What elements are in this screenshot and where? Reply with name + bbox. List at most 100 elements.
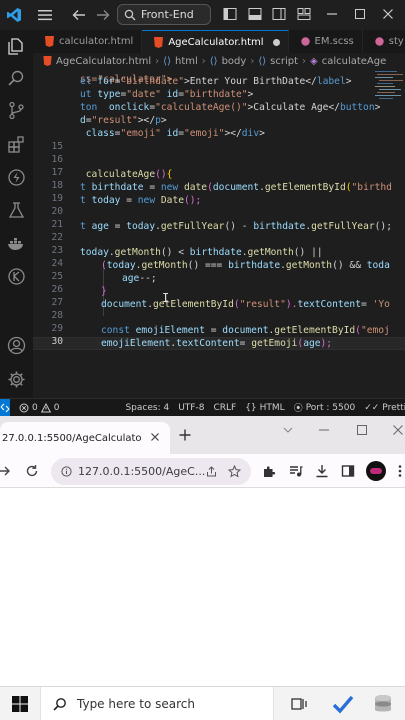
windows-taskbar: Type here to search bbox=[0, 686, 405, 720]
code-line: const emojiElement = document.getElement… bbox=[101, 325, 390, 336]
app-checkmark-icon[interactable] bbox=[332, 693, 354, 715]
code-line: ton onclick="calculateAge()">Calculate A… bbox=[80, 102, 381, 113]
search-icon bbox=[124, 9, 136, 20]
line-number-gutter: 15 16 17 18 19 20 21 22 23 24 25 26 27 28 29 30 bbox=[33, 69, 65, 389]
chevron-right-icon: › bbox=[302, 55, 306, 67]
indentation-status[interactable]: Spaces: 4 bbox=[125, 403, 169, 413]
close-window-icon[interactable] bbox=[380, 6, 396, 22]
browser-tab-title: 27.0.0.1:5500/AgeCalculator.html bbox=[2, 432, 142, 444]
page-content[interactable] bbox=[0, 488, 405, 686]
share-icon[interactable] bbox=[206, 466, 217, 477]
code-editor[interactable]: 15 16 17 18 19 20 21 22 23 24 25 26 27 28 29 30 ss="cal… bbox=[33, 69, 405, 389]
back-arrow-icon[interactable] bbox=[70, 6, 88, 24]
live-share-icon[interactable] bbox=[6, 266, 27, 287]
close-window-icon[interactable] bbox=[392, 424, 404, 436]
remote-explorer-icon[interactable] bbox=[6, 167, 27, 188]
line-number: 29 bbox=[51, 323, 63, 334]
breadcrumb-body[interactable]: body bbox=[222, 56, 247, 67]
function-cube-icon: ◈ bbox=[310, 55, 318, 67]
breadcrumb-file[interactable]: AgeCalculator.html bbox=[56, 56, 151, 67]
forward-arrow-icon[interactable] bbox=[94, 6, 112, 24]
tab-em-scss[interactable]: EM.scss bbox=[289, 30, 363, 53]
breadcrumb-script[interactable]: script bbox=[270, 56, 298, 67]
source-control-icon[interactable] bbox=[6, 100, 27, 121]
code-line: emojiElement.textContent= getEmoji(age); bbox=[101, 338, 333, 349]
toggle-panel-icon[interactable] bbox=[247, 6, 263, 22]
prettier-status[interactable]: ✓✓ Prettier bbox=[364, 403, 405, 413]
more-options-icon[interactable] bbox=[393, 464, 405, 478]
eol-status[interactable]: CRLF bbox=[213, 403, 236, 413]
status-bar: 0 0 Spaces: 4 UTF-8 CRLF {} HTML ⦿ Port … bbox=[0, 398, 405, 416]
line-number: 19 bbox=[51, 193, 63, 204]
docker-icon[interactable] bbox=[6, 233, 27, 254]
unsaved-dot-icon[interactable] bbox=[272, 38, 280, 46]
taskbar-search-box[interactable]: Type here to search bbox=[40, 687, 274, 720]
toggle-secondary-sidebar-icon[interactable] bbox=[271, 6, 287, 22]
chevron-down-icon[interactable] bbox=[282, 424, 294, 436]
bookmark-star-icon[interactable] bbox=[228, 465, 241, 478]
task-view-icon[interactable] bbox=[290, 695, 308, 713]
tab-agecalculator-html[interactable]: AgeCalculator.html bbox=[142, 30, 289, 53]
breadcrumb-html[interactable]: html bbox=[175, 56, 198, 67]
minimize-icon[interactable] bbox=[318, 424, 330, 436]
reload-icon[interactable] bbox=[25, 464, 39, 478]
breadcrumb-function[interactable]: calculateAge bbox=[322, 56, 387, 67]
gear-icon[interactable] bbox=[6, 369, 27, 390]
extensions-puzzle-icon[interactable] bbox=[262, 464, 276, 478]
explorer-icon[interactable] bbox=[6, 36, 27, 57]
testing-icon[interactable] bbox=[6, 200, 27, 221]
code-line: t age = today.getFullYear() - birthdate.… bbox=[80, 221, 392, 232]
code-line: el for="birthdate">Enter Your BirthDate<… bbox=[80, 76, 352, 87]
sass-icon bbox=[375, 37, 384, 46]
site-info-icon[interactable] bbox=[61, 466, 72, 477]
minimize-icon[interactable] bbox=[324, 6, 340, 22]
side-panel-icon[interactable] bbox=[341, 464, 355, 478]
encoding-status[interactable]: UTF-8 bbox=[178, 403, 204, 413]
line-number: 20 bbox=[51, 206, 63, 217]
toggle-primary-sidebar-icon[interactable] bbox=[222, 6, 238, 22]
extensions-icon[interactable] bbox=[6, 134, 27, 155]
line-number: 28 bbox=[51, 310, 63, 321]
code-line: d="result"></p> bbox=[80, 115, 167, 126]
accounts-icon[interactable] bbox=[6, 335, 27, 356]
search-icon[interactable] bbox=[6, 68, 27, 89]
command-center-search[interactable]: Front-End bbox=[117, 4, 211, 25]
menu-icon[interactable] bbox=[36, 6, 54, 24]
download-icon[interactable] bbox=[315, 464, 329, 478]
search-icon bbox=[53, 698, 66, 711]
tab-style[interactable]: sty bbox=[363, 30, 405, 53]
tab-calculator-html[interactable]: calculator.html bbox=[33, 30, 143, 53]
chevron-right-icon: › bbox=[155, 55, 160, 67]
remote-indicator[interactable] bbox=[0, 399, 10, 416]
forward-arrow-icon[interactable] bbox=[0, 464, 11, 478]
browser-toolbar: 127.0.0.1:5500/AgeC... bbox=[0, 454, 405, 488]
double-check-icon: ✓✓ bbox=[364, 402, 380, 413]
line-number: 22 bbox=[51, 232, 63, 243]
code-line: today.getMonth() < birthdate.getMonth() … bbox=[80, 247, 323, 258]
address-bar[interactable]: 127.0.0.1:5500/AgeC... bbox=[51, 458, 251, 485]
live-server-status[interactable]: ⦿ Port : 5500 bbox=[294, 401, 356, 415]
search-label: Front-End bbox=[141, 8, 194, 21]
code-line: class="emoji" id="emoji"></div> bbox=[85, 128, 265, 139]
url-text: 127.0.0.1:5500/AgeC... bbox=[78, 465, 206, 478]
maximize-icon[interactable] bbox=[352, 6, 368, 22]
profile-avatar[interactable] bbox=[366, 461, 386, 481]
line-number: 25 bbox=[51, 271, 63, 282]
new-tab-plus-icon[interactable] bbox=[178, 428, 192, 442]
minimap[interactable] bbox=[373, 69, 405, 129]
remote-icon bbox=[0, 403, 10, 412]
browser-tab-strip: 27.0.0.1:5500/AgeCalculator.html bbox=[0, 416, 405, 454]
language-mode-status[interactable]: {} HTML bbox=[245, 403, 285, 413]
code-lines: ss="calculator"> el for="birthdate">Ente… bbox=[80, 69, 402, 389]
chevron-right-icon: › bbox=[250, 55, 255, 67]
media-queue-icon[interactable] bbox=[289, 464, 303, 478]
problems-indicator[interactable]: 0 0 bbox=[19, 402, 59, 413]
database-icon[interactable] bbox=[372, 693, 394, 715]
browser-tab-agecalculator[interactable]: 27.0.0.1:5500/AgeCalculator.html bbox=[0, 422, 170, 454]
code-line: ut type="date" id="birthdate"> bbox=[80, 89, 254, 100]
maximize-icon[interactable] bbox=[356, 424, 368, 436]
windows-start-icon[interactable] bbox=[12, 696, 28, 712]
customize-layout-icon[interactable] bbox=[296, 6, 312, 22]
tag-brackets-icon: ⟨⟩ bbox=[258, 55, 267, 67]
close-tab-icon[interactable] bbox=[150, 432, 160, 442]
